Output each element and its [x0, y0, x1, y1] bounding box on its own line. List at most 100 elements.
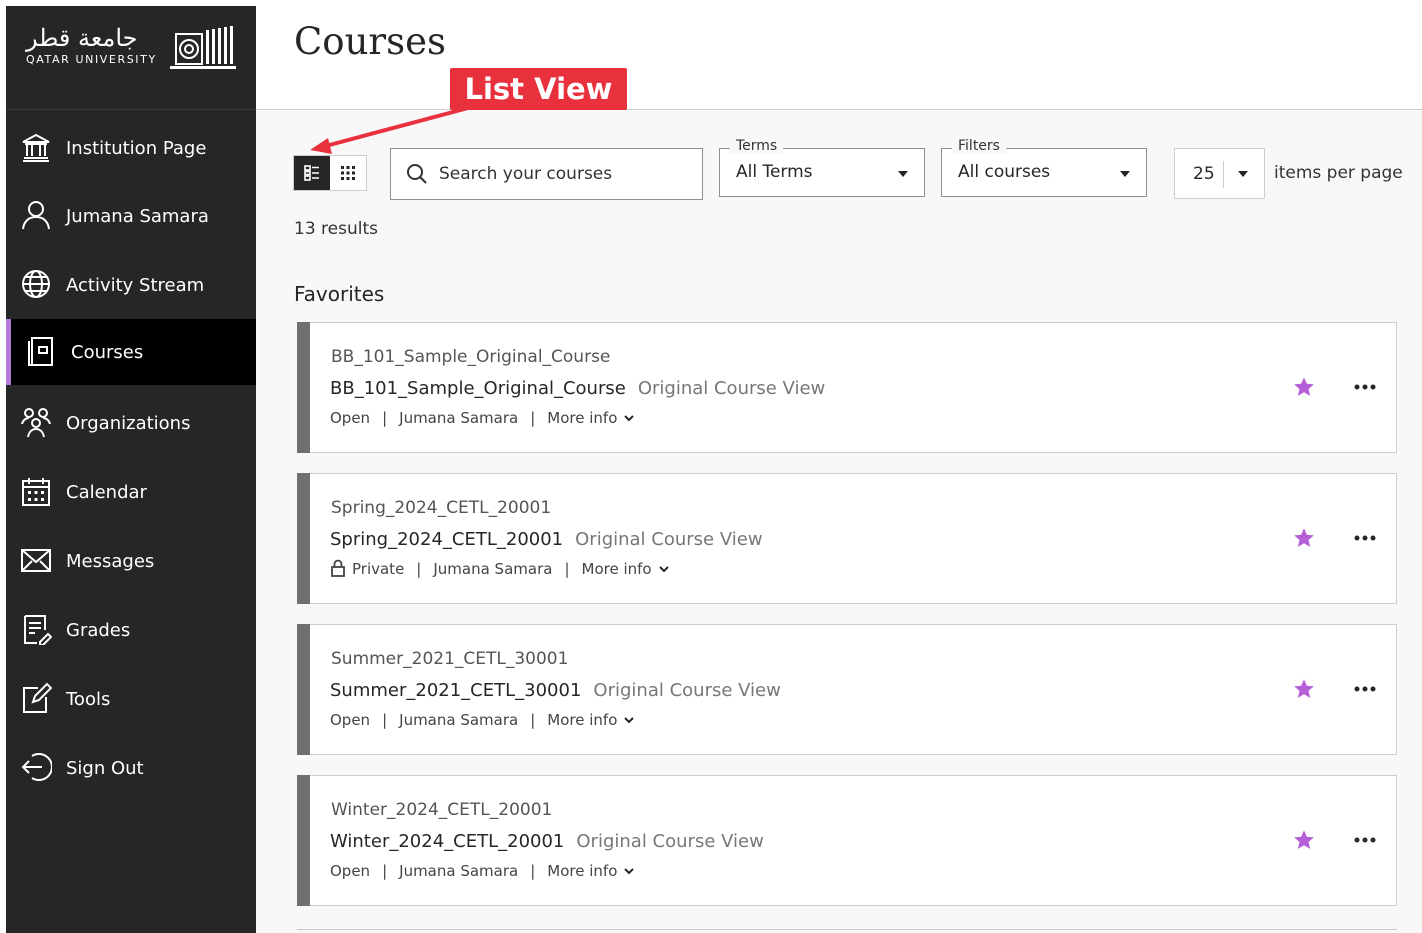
chevron-down-icon[interactable] — [623, 865, 635, 877]
sidebar-item-label: Sign Out — [66, 757, 144, 779]
separator: | — [382, 409, 388, 427]
courses-icon — [28, 337, 53, 366]
course-name-row: BB_101_Sample_Original_Course Original Co… — [330, 378, 825, 399]
items-per-page-select[interactable]: 25 — [1174, 148, 1265, 199]
sidebar-item-profile[interactable]: Jumana Samara — [6, 183, 256, 249]
separator: | — [530, 711, 536, 729]
course-meta: Open | Jumana Samara | More info — [330, 862, 635, 880]
course-name-row: Winter_2024_CETL_20001 Original Course Vi… — [330, 831, 764, 852]
items-per-page-value: 25 — [1193, 164, 1215, 184]
page-title: Courses — [294, 20, 446, 63]
course-view-type: Original Course View — [593, 680, 781, 701]
sidebar-item-tools[interactable]: Tools — [6, 666, 256, 732]
envelope-icon — [21, 549, 51, 572]
course-name-link[interactable]: BB_101_Sample_Original_Course — [330, 378, 626, 399]
filters-dropdown[interactable]: Filters All courses — [941, 138, 1147, 197]
sidebar-item-label: Organizations — [66, 412, 191, 434]
more-options-icon[interactable] — [1354, 384, 1376, 390]
course-status: Open — [330, 409, 371, 427]
course-status: Open — [330, 711, 371, 729]
organizations-icon — [21, 408, 51, 438]
favorites-heading: Favorites — [294, 282, 385, 306]
separator: | — [382, 711, 388, 729]
course-name-link[interactable]: Summer_2021_CETL_30001 — [330, 680, 581, 701]
logo-english-text: QATAR UNIVERSITY — [26, 53, 157, 66]
sidebar: جامعة قطر QATAR UNIVERSITY Institution P — [6, 6, 256, 933]
course-id: Spring_2024_CETL_20001 — [331, 498, 552, 518]
course-instructor[interactable]: Jumana Samara — [399, 711, 518, 729]
logo-arabic-text: جامعة قطر — [26, 24, 138, 52]
terms-dropdown[interactable]: Terms All Terms — [719, 138, 925, 197]
chevron-down-icon[interactable] — [623, 412, 635, 424]
list-view-icon — [304, 165, 319, 181]
qatar-university-logo[interactable]: جامعة قطر QATAR UNIVERSITY — [6, 6, 256, 110]
list-view-annotation: List View — [450, 68, 627, 110]
course-status: Private — [352, 560, 405, 578]
sidebar-item-grades[interactable]: Grades — [6, 597, 256, 663]
more-options-icon[interactable] — [1354, 837, 1376, 843]
course-name-row: Summer_2021_CETL_30001 Original Course Vi… — [330, 680, 781, 701]
course-card: BB_101_Sample_Original_Course BB_101_Sam… — [297, 322, 1397, 453]
view-toggle — [293, 155, 367, 191]
favorite-star-icon[interactable] — [1293, 678, 1315, 700]
more-options-icon[interactable] — [1354, 535, 1376, 541]
sidebar-item-messages[interactable]: Messages — [6, 528, 256, 594]
separator: | — [382, 862, 388, 880]
sign-out-icon — [21, 753, 52, 781]
tools-icon — [23, 682, 52, 713]
divider — [1223, 161, 1224, 188]
chevron-down-icon[interactable] — [623, 714, 635, 726]
sidebar-item-institution-page[interactable]: Institution Page — [6, 115, 256, 181]
course-id: Summer_2021_CETL_30001 — [331, 649, 569, 669]
separator: | — [530, 862, 536, 880]
list-view-button[interactable] — [294, 156, 330, 190]
more-info-link[interactable]: More info — [547, 862, 617, 880]
course-card: Summer_2021_CETL_30001 Summer_2021_CETL_… — [297, 624, 1397, 755]
sidebar-item-courses[interactable]: Courses — [6, 319, 256, 385]
course-view-type: Original Course View — [637, 378, 826, 399]
course-name-link[interactable]: Spring_2024_CETL_20001 — [330, 529, 563, 550]
grid-view-button[interactable] — [330, 156, 366, 190]
separator: | — [564, 560, 570, 578]
caret-down-icon — [1120, 171, 1130, 177]
course-id: BB_101_Sample_Original_Course — [331, 347, 611, 367]
sidebar-item-label: Institution Page — [66, 137, 207, 159]
search-input[interactable] — [439, 164, 689, 184]
sidebar-item-organizations[interactable]: Organizations — [6, 390, 256, 456]
sidebar-item-sign-out[interactable]: Sign Out — [6, 735, 256, 801]
favorite-star-icon[interactable] — [1293, 527, 1315, 549]
caret-down-icon — [898, 171, 908, 177]
items-per-page-label: items per page — [1274, 163, 1403, 183]
sidebar-item-label: Jumana Samara — [66, 205, 209, 227]
search-icon — [407, 164, 427, 184]
more-options-icon[interactable] — [1354, 686, 1376, 692]
sidebar-item-calendar[interactable]: Calendar — [6, 459, 256, 525]
chevron-down-icon[interactable] — [658, 563, 670, 575]
sidebar-item-label: Activity Stream — [66, 274, 205, 296]
favorite-star-icon[interactable] — [1293, 376, 1315, 398]
annotation-arrow-icon — [310, 106, 469, 154]
sidebar-item-activity-stream[interactable]: Activity Stream — [6, 252, 256, 318]
favorite-star-icon[interactable] — [1293, 829, 1315, 851]
course-name-link[interactable]: Winter_2024_CETL_20001 — [330, 831, 564, 852]
course-card: Spring_2024_CETL_20001 Spring_2024_CETL_… — [297, 473, 1397, 604]
filters-label: Filters — [952, 138, 1006, 154]
results-count: 13 results — [294, 219, 378, 239]
course-instructor[interactable]: Jumana Samara — [433, 560, 552, 578]
grid-view-icon — [341, 166, 355, 180]
lock-icon — [331, 559, 345, 577]
course-view-type: Original Course View — [576, 831, 764, 852]
more-info-link[interactable]: More info — [547, 409, 617, 427]
separator: | — [416, 560, 422, 578]
separator: | — [530, 409, 536, 427]
course-meta: Open | Jumana Samara | More info — [330, 711, 635, 729]
course-instructor[interactable]: Jumana Samara — [399, 409, 518, 427]
sidebar-item-label: Tools — [66, 688, 111, 710]
course-instructor[interactable]: Jumana Samara — [399, 862, 518, 880]
sidebar-item-label: Messages — [66, 550, 155, 572]
course-id: Winter_2024_CETL_20001 — [331, 800, 553, 820]
more-info-link[interactable]: More info — [547, 711, 617, 729]
more-info-link[interactable]: More info — [582, 560, 652, 578]
sidebar-item-label: Calendar — [66, 481, 147, 503]
divider — [297, 929, 1397, 930]
